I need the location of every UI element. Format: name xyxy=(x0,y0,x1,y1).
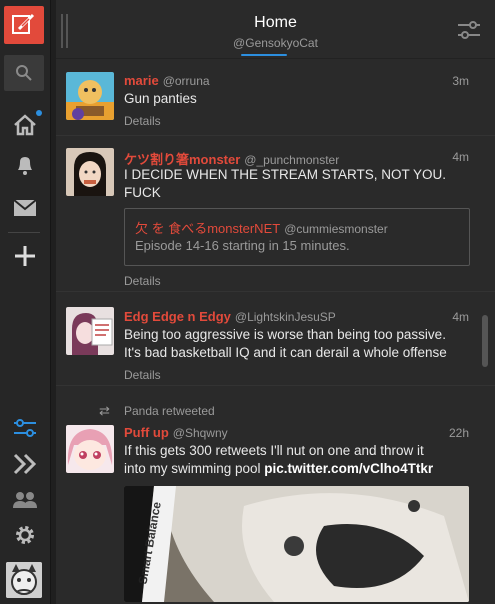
mail-icon[interactable] xyxy=(0,190,50,226)
bell-icon[interactable] xyxy=(0,147,50,183)
tweet-item[interactable]: Edg Edge n Edgy @LightskinJesuSP 4m Being… xyxy=(56,291,495,386)
column-filter-icon[interactable] xyxy=(457,20,481,40)
notification-dot xyxy=(36,110,42,116)
tweet-feed[interactable]: marie @orruna 3m Gun panties Details ケツ割り… xyxy=(56,59,495,604)
tweet-time: 22h xyxy=(448,426,469,440)
scrollbar-thumb[interactable] xyxy=(482,315,488,367)
tweet-text: Being too aggressive is worse than being… xyxy=(124,327,447,360)
details-link[interactable]: Details xyxy=(124,274,161,288)
home-icon[interactable] xyxy=(0,107,50,143)
tweet-item[interactable]: ⇄ Panda retweeted Puff up @Shqwny 22h If … xyxy=(56,385,495,604)
column-title: Home xyxy=(254,14,297,31)
column-header: Home @GensokyoCat xyxy=(56,0,495,59)
tweet-item[interactable]: ケツ割り箸monster @_punchmonster 4m I DECIDE W… xyxy=(56,135,495,292)
tweet-time: 3m xyxy=(452,74,469,88)
plus-icon[interactable] xyxy=(0,238,50,274)
tweet-author[interactable]: Puff up @Shqwny xyxy=(124,425,228,440)
retweet-context[interactable]: Panda retweeted xyxy=(124,404,215,418)
retweet-icon: ⇄ xyxy=(99,403,110,418)
filter-icon[interactable] xyxy=(0,410,50,446)
column-active-indicator xyxy=(241,54,287,56)
home-column: Home @GensokyoCat marie @orruna 3m Gun pa… xyxy=(56,0,495,604)
avatar[interactable] xyxy=(66,148,114,196)
account-avatar[interactable] xyxy=(6,562,42,598)
tweet-author[interactable]: marie @orruna xyxy=(124,73,210,88)
accounts-icon[interactable] xyxy=(0,482,50,518)
tweet-media-image[interactable]: Smart Balance xyxy=(124,486,469,602)
details-link[interactable]: Details xyxy=(124,368,161,382)
tweet-time: 4m xyxy=(452,150,469,164)
details-link[interactable]: Details xyxy=(124,114,161,128)
sidebar xyxy=(0,0,51,604)
tweet-text: I DECIDE WHEN THE STREAM STARTS, NOT YOU… xyxy=(124,167,447,200)
expand-icon[interactable] xyxy=(0,446,50,482)
sidebar-divider xyxy=(8,232,40,233)
tweet-item[interactable]: marie @orruna 3m Gun panties Details xyxy=(56,59,495,136)
quoted-tweet[interactable]: 欠 を 食べるmonsterNET @cummiesmonster Episode… xyxy=(124,208,470,266)
tweetdeck-logo-icon[interactable] xyxy=(4,6,44,44)
tweet-time: 4m xyxy=(452,310,469,324)
quoted-text: Episode 14-16 starting in 15 minutes. xyxy=(135,238,350,253)
search-icon[interactable] xyxy=(4,55,44,91)
avatar[interactable] xyxy=(66,307,114,355)
media-link[interactable]: pic.twitter.com/vClho4Ttkr xyxy=(264,461,433,476)
avatar[interactable] xyxy=(66,425,114,473)
tweet-author[interactable]: Edg Edge n Edgy @LightskinJesuSP xyxy=(124,309,336,324)
quoted-author[interactable]: 欠 を 食べるmonsterNET @cummiesmonster xyxy=(135,218,388,237)
tweet-text: Gun panties xyxy=(124,91,197,106)
avatar[interactable] xyxy=(66,72,114,120)
gear-icon[interactable] xyxy=(0,517,50,553)
tweet-text: If this gets 300 retweets I'll nut on on… xyxy=(124,443,434,476)
column-subtitle: @GensokyoCat xyxy=(233,36,318,50)
